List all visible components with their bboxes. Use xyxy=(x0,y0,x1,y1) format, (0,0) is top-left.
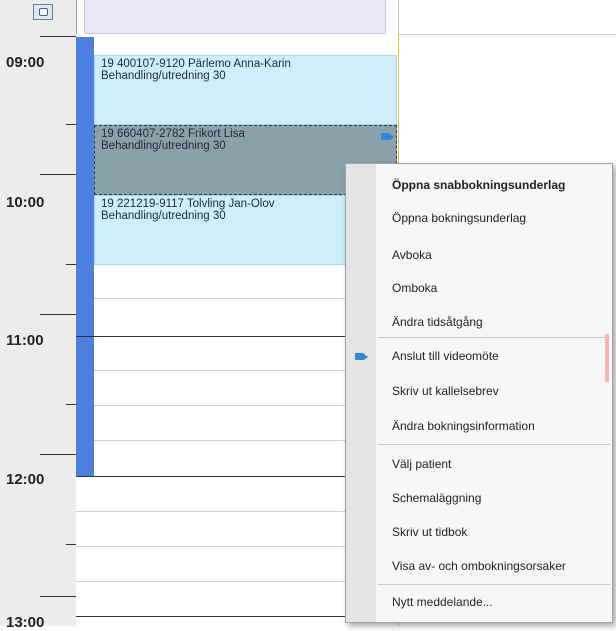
video-camera-icon xyxy=(381,133,394,140)
menu-item-rebook[interactable]: Omboka xyxy=(392,281,437,295)
menu-separator xyxy=(378,337,610,338)
hour-tick xyxy=(40,314,76,315)
time-label: 11:00 xyxy=(6,332,44,349)
menu-separator xyxy=(378,584,610,585)
half-hour-tick xyxy=(66,124,76,125)
appointment-block[interactable]: 19 400107-9120 Pärlemo Anna-Karin Behand… xyxy=(94,55,397,125)
menu-item-open-quick-booking[interactable]: Öppna snabbokningsunderlag xyxy=(392,178,565,192)
hour-tick xyxy=(40,454,76,455)
appointment-type: Behandling/utredning 30 xyxy=(101,140,226,152)
time-gutter: 09:00 10:00 11:00 12:00 13:00 xyxy=(0,34,77,631)
header-gutter xyxy=(0,0,77,35)
menu-item-new-message[interactable]: Nytt meddelande... xyxy=(392,595,493,609)
menu-item-open-booking[interactable]: Öppna bokningsunderlag xyxy=(392,211,526,225)
video-camera-icon xyxy=(355,353,368,360)
half-hour-tick xyxy=(66,404,76,405)
availability-strip xyxy=(76,37,94,477)
menu-item-select-patient[interactable]: Välj patient xyxy=(392,457,451,471)
menu-item-scheduling[interactable]: Schemaläggning xyxy=(392,491,481,505)
hour-tick xyxy=(40,36,76,37)
time-label: 13:00 xyxy=(6,614,45,631)
time-label: 10:00 xyxy=(6,194,45,211)
menu-icon-column xyxy=(346,164,376,622)
scroll-indicator xyxy=(605,334,609,382)
time-label: 09:00 xyxy=(6,54,45,71)
hour-tick xyxy=(40,596,76,597)
menu-item-print-schedule[interactable]: Skriv ut tidbok xyxy=(392,525,467,539)
menu-item-cancel-booking[interactable]: Avboka xyxy=(392,248,432,262)
menu-item-show-reasons[interactable]: Visa av- och ombokningsorsaker xyxy=(392,559,566,573)
half-hour-tick xyxy=(66,544,76,545)
menu-item-print-letter[interactable]: Skriv ut kallelsebrev xyxy=(392,384,499,398)
appointment-type: Behandling/utredning 30 xyxy=(101,70,226,82)
menu-item-change-duration[interactable]: Ändra tidsåtgång xyxy=(392,315,483,329)
calendar-icon[interactable] xyxy=(33,4,53,20)
menu-item-edit-booking-info[interactable]: Ändra bokningsinformation xyxy=(392,419,535,433)
header-right xyxy=(398,0,616,35)
appointment-patient: 19 400107-9120 Pärlemo Anna-Karin xyxy=(101,58,291,70)
hour-tick xyxy=(40,174,76,175)
context-menu: Öppna snabbokningsunderlag Öppna bokning… xyxy=(345,163,613,623)
appointment-patient: 19 660407-2782 Frikort Lisa xyxy=(101,128,245,140)
menu-separator xyxy=(378,444,610,445)
menu-item-join-video[interactable]: Anslut till videomöte xyxy=(392,349,499,363)
time-label: 12:00 xyxy=(6,471,45,488)
column-header[interactable] xyxy=(84,0,386,34)
half-hour-tick xyxy=(66,264,76,265)
